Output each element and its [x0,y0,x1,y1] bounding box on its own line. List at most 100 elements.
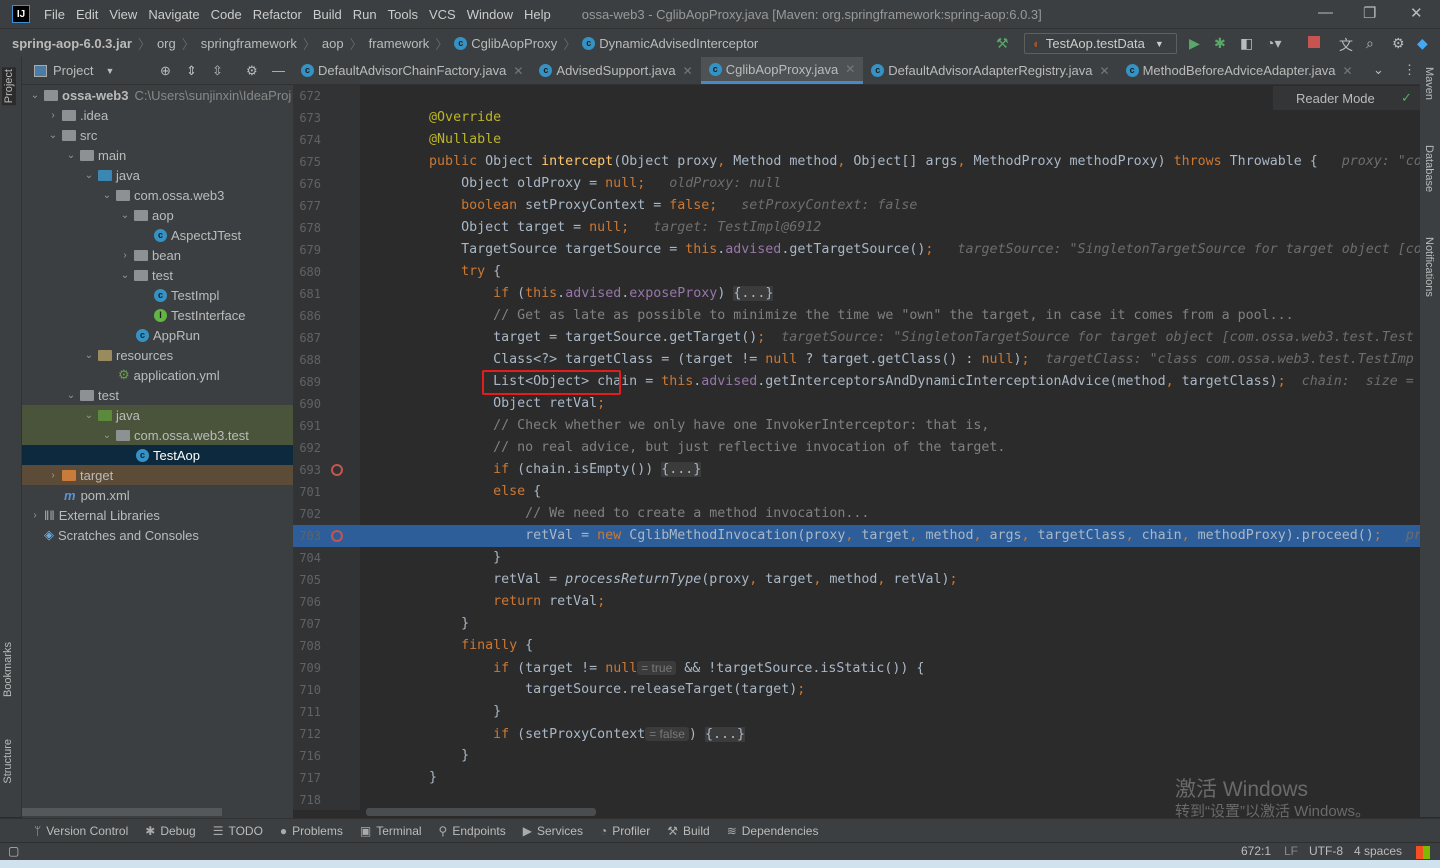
tool-window-version-control[interactable]: ᛘ Version Control [34,824,128,838]
menu-navigate[interactable]: Navigate [148,7,199,22]
gear-icon[interactable]: ⚙ [246,63,258,79]
tree-item[interactable]: ⌄ java [22,165,293,185]
indent-setting[interactable]: 4 spaces [1354,844,1402,858]
settings-icon[interactable]: ⚙ [1392,35,1405,52]
editor-tab[interactable]: c MethodBeforeAdviceAdapter.java ✕ [1118,57,1361,84]
tree-item[interactable]: ⌄ resources [22,345,293,365]
run-configuration-select[interactable]: ◐ TestAop.testData ▼ [1024,33,1177,54]
hide-icon[interactable]: — [272,63,285,78]
chevron-down-icon[interactable]: ⌄ [100,430,114,441]
debug-icon[interactable]: ✱ [1214,35,1226,52]
breadcrumb-item[interactable]: c DynamicAdvisedInterceptor [582,36,758,51]
tree-item[interactable]: › .idea [22,105,293,125]
close-tab-icon[interactable]: ✕ [1100,64,1110,78]
breadcrumb-item[interactable]: spring-aop-6.0.3.jar [12,36,132,51]
breadcrumb-item[interactable]: org [157,36,176,51]
notifications-tool-tab[interactable]: Notifications [1423,237,1435,297]
editor-tab[interactable]: c DefaultAdvisorChainFactory.java ✕ [293,57,531,84]
profiler-icon[interactable]: ◔▾ [1266,35,1281,52]
maven-tool-tab[interactable]: Maven [1423,67,1435,100]
menu-vcs[interactable]: VCS [429,7,456,22]
tree-item[interactable]: › target [22,465,293,485]
menu-view[interactable]: View [109,7,137,22]
toolbox-icon[interactable]: ◆ [1417,35,1428,52]
restore-button[interactable]: ❐ [1363,4,1376,22]
tree-item[interactable]: ⌄ com.ossa.web3.test [22,425,293,445]
minimize-button[interactable]: — [1318,4,1333,21]
breakpoint-icon[interactable] [331,464,343,476]
tree-item[interactable]: I TestInterface [22,305,293,325]
breadcrumb-item[interactable]: c CglibAopProxy [454,36,557,51]
project-view-selector[interactable]: Project [53,63,93,78]
collapse-all-icon[interactable]: ⇳ [212,63,223,79]
close-tab-icon[interactable]: ✕ [845,62,855,76]
tool-window-services[interactable]: ▶ Services [523,824,583,838]
reader-mode-button[interactable]: Reader Mode ✓ [1273,86,1420,110]
chevron-down-icon[interactable]: ⌄ [82,350,96,361]
tree-item[interactable]: ⌄ test [22,385,293,405]
chevron-right-icon[interactable]: › [46,110,60,121]
chevron-down-icon[interactable]: ⌄ [64,150,78,161]
project-tool-tab[interactable]: Project [2,67,16,106]
tree-item[interactable]: ⌄ ossa-web3 C:\Users\sunjinxin\IdeaProj [22,85,293,105]
run-icon[interactable]: ▶ [1189,35,1200,52]
chevron-down-icon[interactable]: ⌄ [82,170,96,181]
folded-code-block[interactable]: {...} [704,727,745,742]
tool-window-terminal[interactable]: ▣ Terminal [360,824,422,838]
toggle-tool-windows-icon[interactable]: ▢ [8,844,19,858]
translate-icon[interactable]: 文 [1339,35,1353,55]
menu-run[interactable]: Run [353,7,377,22]
menu-file[interactable]: File [44,7,65,22]
tree-item[interactable]: › ‖‖ External Libraries [22,505,293,525]
tree-item[interactable]: ⌄ main [22,145,293,165]
menu-window[interactable]: Window [467,7,513,22]
build-hammer-icon[interactable]: ⚒ [996,35,1009,52]
tabs-dropdown-icon[interactable]: ⌄ [1373,62,1384,78]
editor-tab[interactable]: c AdvisedSupport.java ✕ [531,57,700,84]
chevron-down-icon[interactable]: ⌄ [46,130,60,141]
tool-window-build[interactable]: ⚒ Build [667,824,709,838]
menu-refactor[interactable]: Refactor [253,7,302,22]
tree-item[interactable]: m pom.xml [22,485,293,505]
editor-horizontal-scrollbar[interactable] [366,808,596,816]
chevron-down-icon[interactable]: ⌄ [28,90,42,101]
coverage-icon[interactable]: ◧ [1240,35,1253,52]
tree-item[interactable]: c TestAop [22,445,293,465]
caret-position[interactable]: 672:1 [1241,844,1271,858]
chevron-right-icon[interactable]: › [46,470,60,481]
breadcrumb-item[interactable]: aop [322,36,344,51]
folded-code-block[interactable]: {...} [733,286,774,301]
stop-icon[interactable] [1308,36,1320,48]
tree-item[interactable]: c TestImpl [22,285,293,305]
close-tab-icon[interactable]: ✕ [513,64,523,78]
tree-item[interactable]: ◈ Scratches and Consoles [22,525,293,545]
tree-item[interactable]: ⌄ java [22,405,293,425]
menu-build[interactable]: Build [313,7,342,22]
chevron-right-icon[interactable]: › [28,510,42,521]
close-tab-icon[interactable]: ✕ [683,64,693,78]
code-editor[interactable]: 672 673 @Override 674 @Nullable 675 public … [293,85,1420,810]
line-separator[interactable]: LF [1284,844,1298,858]
breadcrumb-item[interactable]: framework [369,36,430,51]
more-tabs-icon[interactable]: ⋮ [1403,62,1416,78]
tree-item[interactable]: › bean [22,245,293,265]
tree-item[interactable]: ⚙ application.yml [22,365,293,385]
chevron-down-icon[interactable]: ▼ [105,66,114,76]
file-encoding[interactable]: UTF-8 [1309,844,1343,858]
tree-item[interactable]: c AppRun [22,325,293,345]
tree-item[interactable]: ⌄ test [22,265,293,285]
locate-icon[interactable]: ⊕ [160,63,171,79]
menu-edit[interactable]: Edit [76,7,98,22]
tool-window-problems[interactable]: ● Problems [280,824,343,838]
menu-code[interactable]: Code [211,7,242,22]
chevron-right-icon[interactable]: › [118,250,132,261]
tool-window-endpoints[interactable]: ⚲ Endpoints [439,824,506,838]
tree-item[interactable]: ⌄ com.ossa.web3 [22,185,293,205]
chevron-down-icon[interactable]: ⌄ [64,390,78,401]
folded-code-block[interactable]: {...} [661,462,702,477]
tree-item[interactable]: ⌄ src [22,125,293,145]
close-tab-icon[interactable]: ✕ [1343,64,1353,78]
tree-item[interactable]: c AspectJTest [22,225,293,245]
tree-item[interactable]: ⌄ aop [22,205,293,225]
chevron-down-icon[interactable]: ⌄ [82,410,96,421]
